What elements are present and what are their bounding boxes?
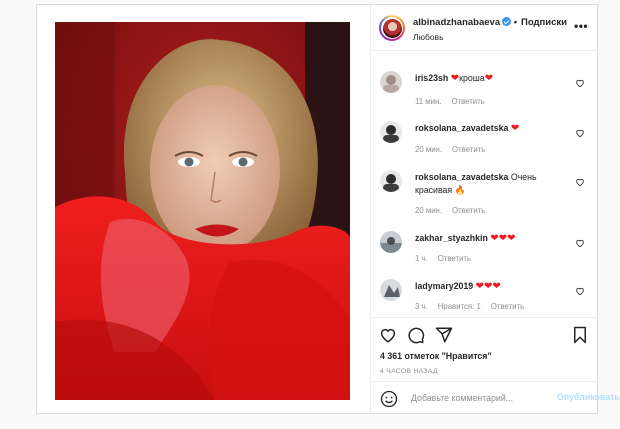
like-heart-icon[interactable] [575, 286, 585, 296]
heart-emoji: ❤ [484, 73, 494, 84]
following-button[interactable]: Подписки [521, 17, 567, 28]
commenter-avatar[interactable] [380, 71, 402, 93]
comment-time[interactable]: 20 мин. [415, 145, 442, 154]
comment-username[interactable]: ladymary2019 [415, 281, 473, 291]
post-location[interactable]: Любовь [413, 32, 444, 42]
like-heart-icon[interactable] [575, 238, 585, 248]
author-username[interactable]: albinadzhanabaeva [413, 17, 500, 28]
like-icon[interactable] [379, 326, 397, 344]
more-options-icon[interactable]: ••• [574, 19, 588, 33]
fire-emoji: 🔥 [454, 185, 466, 195]
likes-count[interactable]: 4 361 отметок "Нравится" [380, 351, 492, 361]
comment-username[interactable]: iris23sh [415, 73, 448, 83]
post-photo[interactable] [55, 22, 350, 400]
comment-time[interactable]: 3 ч. [415, 302, 428, 311]
post-actions: 4 361 отметок "Нравится" 4 ЧАСОВ НАЗАД [371, 317, 599, 375]
comment-input[interactable] [411, 391, 541, 405]
like-heart-icon[interactable] [575, 177, 585, 187]
comment-time[interactable]: 11 мин. [415, 97, 441, 106]
reply-button[interactable]: Ответить [438, 254, 471, 263]
emoji-icon[interactable] [380, 390, 398, 408]
heart-emoji: ❤ [510, 123, 520, 134]
portrait-image [55, 22, 350, 400]
commenter-avatar[interactable] [380, 279, 402, 301]
comment-text: кроша [459, 73, 485, 83]
reply-button[interactable]: Ответить [451, 97, 484, 106]
comment-username[interactable]: roksolana_zavadetska [415, 123, 508, 133]
heart-emoji: ❤❤❤ [475, 281, 501, 292]
like-heart-icon[interactable] [575, 78, 585, 88]
add-comment-bar: Опубликовать [371, 381, 620, 413]
commenter-avatar[interactable] [380, 121, 402, 143]
verified-icon [502, 17, 512, 26]
bookmark-icon[interactable] [571, 326, 589, 344]
reply-button[interactable]: Ответить [452, 206, 485, 215]
author-avatar[interactable] [379, 15, 405, 41]
share-icon[interactable] [435, 326, 453, 344]
heart-emoji: ❤ [450, 73, 460, 84]
comment-likes[interactable]: Нравится: 1 [438, 302, 481, 311]
commenter-avatar[interactable] [380, 170, 402, 192]
comment-time[interactable]: 1 ч. [415, 254, 428, 263]
post-header: albinadzhanabaeva • Подписки Любовь ••• [371, 5, 599, 51]
comment-time[interactable]: 20 мин. [415, 206, 442, 215]
post-time[interactable]: 4 ЧАСОВ НАЗАД [380, 368, 438, 375]
post-sidebar: albinadzhanabaeva • Подписки Любовь ••• … [370, 5, 620, 413]
reply-button[interactable]: Ответить [452, 145, 485, 154]
reply-button[interactable]: Ответить [491, 302, 524, 311]
comment-username[interactable]: roksolana_zavadetska [415, 172, 508, 182]
heart-emoji: ❤❤❤ [490, 233, 516, 244]
like-heart-icon[interactable] [575, 128, 585, 138]
comment-username[interactable]: zakhar_styazhkin [415, 233, 488, 243]
post-card: albinadzhanabaeva • Подписки Любовь ••• … [36, 4, 620, 414]
commenter-avatar[interactable] [380, 231, 402, 253]
publish-button[interactable]: Опубликовать [557, 392, 620, 402]
comment-icon[interactable] [407, 326, 425, 344]
separator-dot: • [513, 17, 518, 28]
